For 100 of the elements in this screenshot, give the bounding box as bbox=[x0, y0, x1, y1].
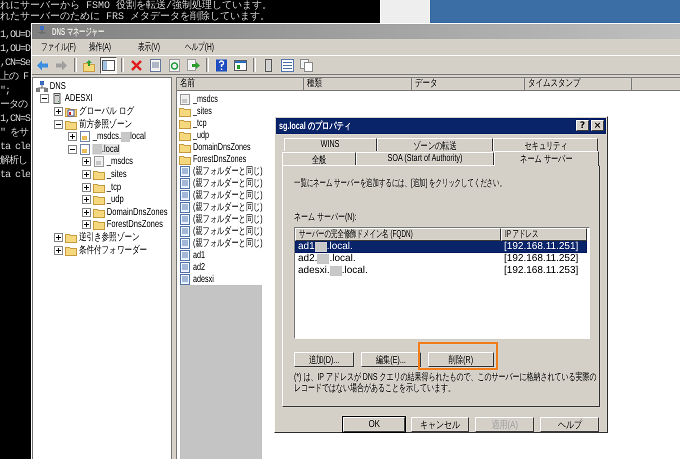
expand-icon[interactable] bbox=[82, 182, 91, 192]
tree-item[interactable]: ADESXI bbox=[64, 93, 94, 104]
list-item[interactable]: (親フォルダーと同じ) bbox=[193, 212, 263, 226]
console-icon bbox=[234, 58, 247, 72]
expand-icon[interactable] bbox=[82, 170, 91, 179]
tab[interactable]: ゾーンの転送 bbox=[376, 138, 494, 150]
list-item[interactable]: ForestDnsZones bbox=[193, 154, 246, 164]
console-line: ータの bbox=[0, 100, 27, 111]
tree-item[interactable]: _udp bbox=[106, 194, 124, 206]
expand-icon[interactable] bbox=[54, 106, 63, 116]
tab[interactable]: WINS bbox=[284, 138, 377, 150]
help-button[interactable]: ? bbox=[576, 120, 589, 132]
record-icon bbox=[179, 166, 191, 176]
tree-item[interactable]: _tcp bbox=[106, 182, 122, 193]
folder-icon bbox=[179, 142, 191, 152]
console-line: "; bbox=[0, 86, 10, 97]
expand-icon[interactable] bbox=[68, 132, 77, 142]
record-icon bbox=[179, 178, 191, 188]
list-item[interactable]: ad2 bbox=[193, 262, 206, 272]
forward-arrow-icon bbox=[55, 58, 68, 72]
tree-item[interactable]: 逆引き参照ゾーン bbox=[78, 230, 140, 244]
list-item[interactable]: (親フォルダーと同じ) bbox=[193, 164, 263, 178]
expand-icon[interactable] bbox=[82, 208, 91, 217]
tree-item[interactable]: 前方参照ゾーン bbox=[78, 117, 133, 132]
folder-icon bbox=[93, 194, 105, 206]
redaction-mark bbox=[317, 254, 330, 264]
list-item[interactable]: (親フォルダーと同じ) bbox=[193, 200, 263, 214]
column-header[interactable]: データ bbox=[415, 78, 438, 90]
console-line: 1,CN=S bbox=[0, 114, 30, 125]
close-button[interactable]: × bbox=[591, 120, 604, 132]
tree-item[interactable]: .local bbox=[92, 144, 120, 155]
tab[interactable]: 全般 bbox=[282, 152, 356, 164]
dialog-button[interactable]: OK bbox=[343, 417, 405, 432]
collapse-icon[interactable] bbox=[68, 144, 77, 154]
list-item[interactable]: _sites bbox=[193, 106, 212, 116]
folder-icon bbox=[65, 244, 77, 256]
server-row[interactable]: adesxi. .local. [192.168.11.253] bbox=[295, 264, 587, 276]
action-button[interactable]: 編集(E)... bbox=[361, 352, 421, 366]
list-item[interactable]: (親フォルダーと同じ) bbox=[193, 224, 263, 238]
network-icon bbox=[36, 80, 48, 92]
properties-icon bbox=[149, 58, 162, 72]
tree-item[interactable]: _msdcs bbox=[106, 156, 134, 168]
zone-icon bbox=[179, 94, 191, 104]
menu-item[interactable]: 表示(V) bbox=[138, 40, 160, 54]
list-item[interactable]: DomainDnsZones bbox=[193, 142, 251, 152]
expand-icon[interactable] bbox=[54, 246, 63, 255]
record-icon bbox=[179, 214, 191, 224]
tree-item[interactable]: ForestDnsZones bbox=[106, 219, 164, 230]
action-button[interactable]: 追加(D)... bbox=[294, 352, 354, 366]
list-item[interactable]: (親フォルダーと同じ) bbox=[193, 176, 263, 190]
list-item[interactable]: (親フォルダーと同じ) bbox=[193, 236, 263, 250]
column-header[interactable]: 種類 bbox=[307, 78, 322, 90]
expand-icon[interactable] bbox=[82, 220, 91, 230]
record-icon bbox=[179, 190, 191, 200]
menu-item[interactable]: ヘルプ(H) bbox=[185, 40, 214, 54]
tree-item[interactable]: 条件付フォワーダー bbox=[78, 243, 148, 258]
dialog-button[interactable]: ヘルプ bbox=[540, 417, 599, 432]
list-item[interactable]: (親フォルダーと同じ) bbox=[193, 188, 263, 202]
tab[interactable]: SOA (Start of Authority) bbox=[356, 152, 494, 164]
expand-icon[interactable] bbox=[54, 232, 63, 242]
console-line: 上の F bbox=[0, 72, 28, 83]
dialog-button[interactable]: キャンセル bbox=[411, 417, 469, 432]
server-name: adesxi. .local. bbox=[297, 265, 369, 276]
record-icon bbox=[179, 250, 191, 260]
folder-icon bbox=[93, 168, 105, 180]
tree-item[interactable]: _msdcs. local bbox=[92, 131, 147, 142]
expand-icon[interactable] bbox=[82, 195, 91, 204]
folder-icon bbox=[179, 154, 191, 164]
list-item[interactable]: adesxi bbox=[193, 274, 214, 284]
column-header[interactable]: 名前 bbox=[180, 78, 195, 90]
tree-item[interactable]: _sites bbox=[106, 168, 128, 180]
tab[interactable]: セキュリティ bbox=[493, 138, 598, 150]
console-line: " をサ bbox=[0, 128, 28, 139]
list-item[interactable]: _msdcs bbox=[193, 94, 218, 104]
tab[interactable]: ネーム サーバー bbox=[494, 150, 599, 166]
expand-icon[interactable] bbox=[82, 157, 91, 166]
toolbar-button[interactable] bbox=[100, 56, 117, 74]
redaction-mark bbox=[121, 132, 130, 142]
menu-item[interactable]: ファイル(F) bbox=[41, 40, 76, 54]
server-row[interactable]: ad2. .local. [192.168.11.252] bbox=[295, 252, 587, 264]
server-name: ad1 .local. bbox=[297, 241, 354, 252]
record-icon bbox=[179, 238, 191, 248]
tree-item[interactable]: DNS bbox=[49, 80, 67, 92]
list-item[interactable]: _tcp bbox=[193, 118, 207, 128]
folder-icon bbox=[65, 118, 77, 130]
refresh-icon bbox=[168, 58, 181, 72]
tree-item[interactable]: DomainDnsZones bbox=[106, 206, 168, 218]
tree-item[interactable]: グローバル ログ bbox=[78, 104, 135, 118]
action-button[interactable]: 削除(R) bbox=[428, 352, 494, 366]
ip-address: [192.168.11.253] bbox=[503, 265, 580, 276]
collapse-icon[interactable] bbox=[54, 120, 63, 129]
menu-item[interactable]: 操作(A) bbox=[89, 40, 111, 54]
server-row[interactable]: ad1 .local. [192.168.11.251] bbox=[295, 240, 587, 252]
folder-icon bbox=[65, 232, 77, 243]
list-label: ネーム サーバー(N): bbox=[294, 210, 357, 224]
list-item[interactable]: _udp bbox=[193, 130, 210, 140]
collapse-icon[interactable] bbox=[40, 94, 49, 104]
list-item[interactable]: ad1 bbox=[193, 250, 206, 260]
console-line: 1,OU=D bbox=[0, 44, 30, 55]
server-icon bbox=[262, 58, 275, 72]
